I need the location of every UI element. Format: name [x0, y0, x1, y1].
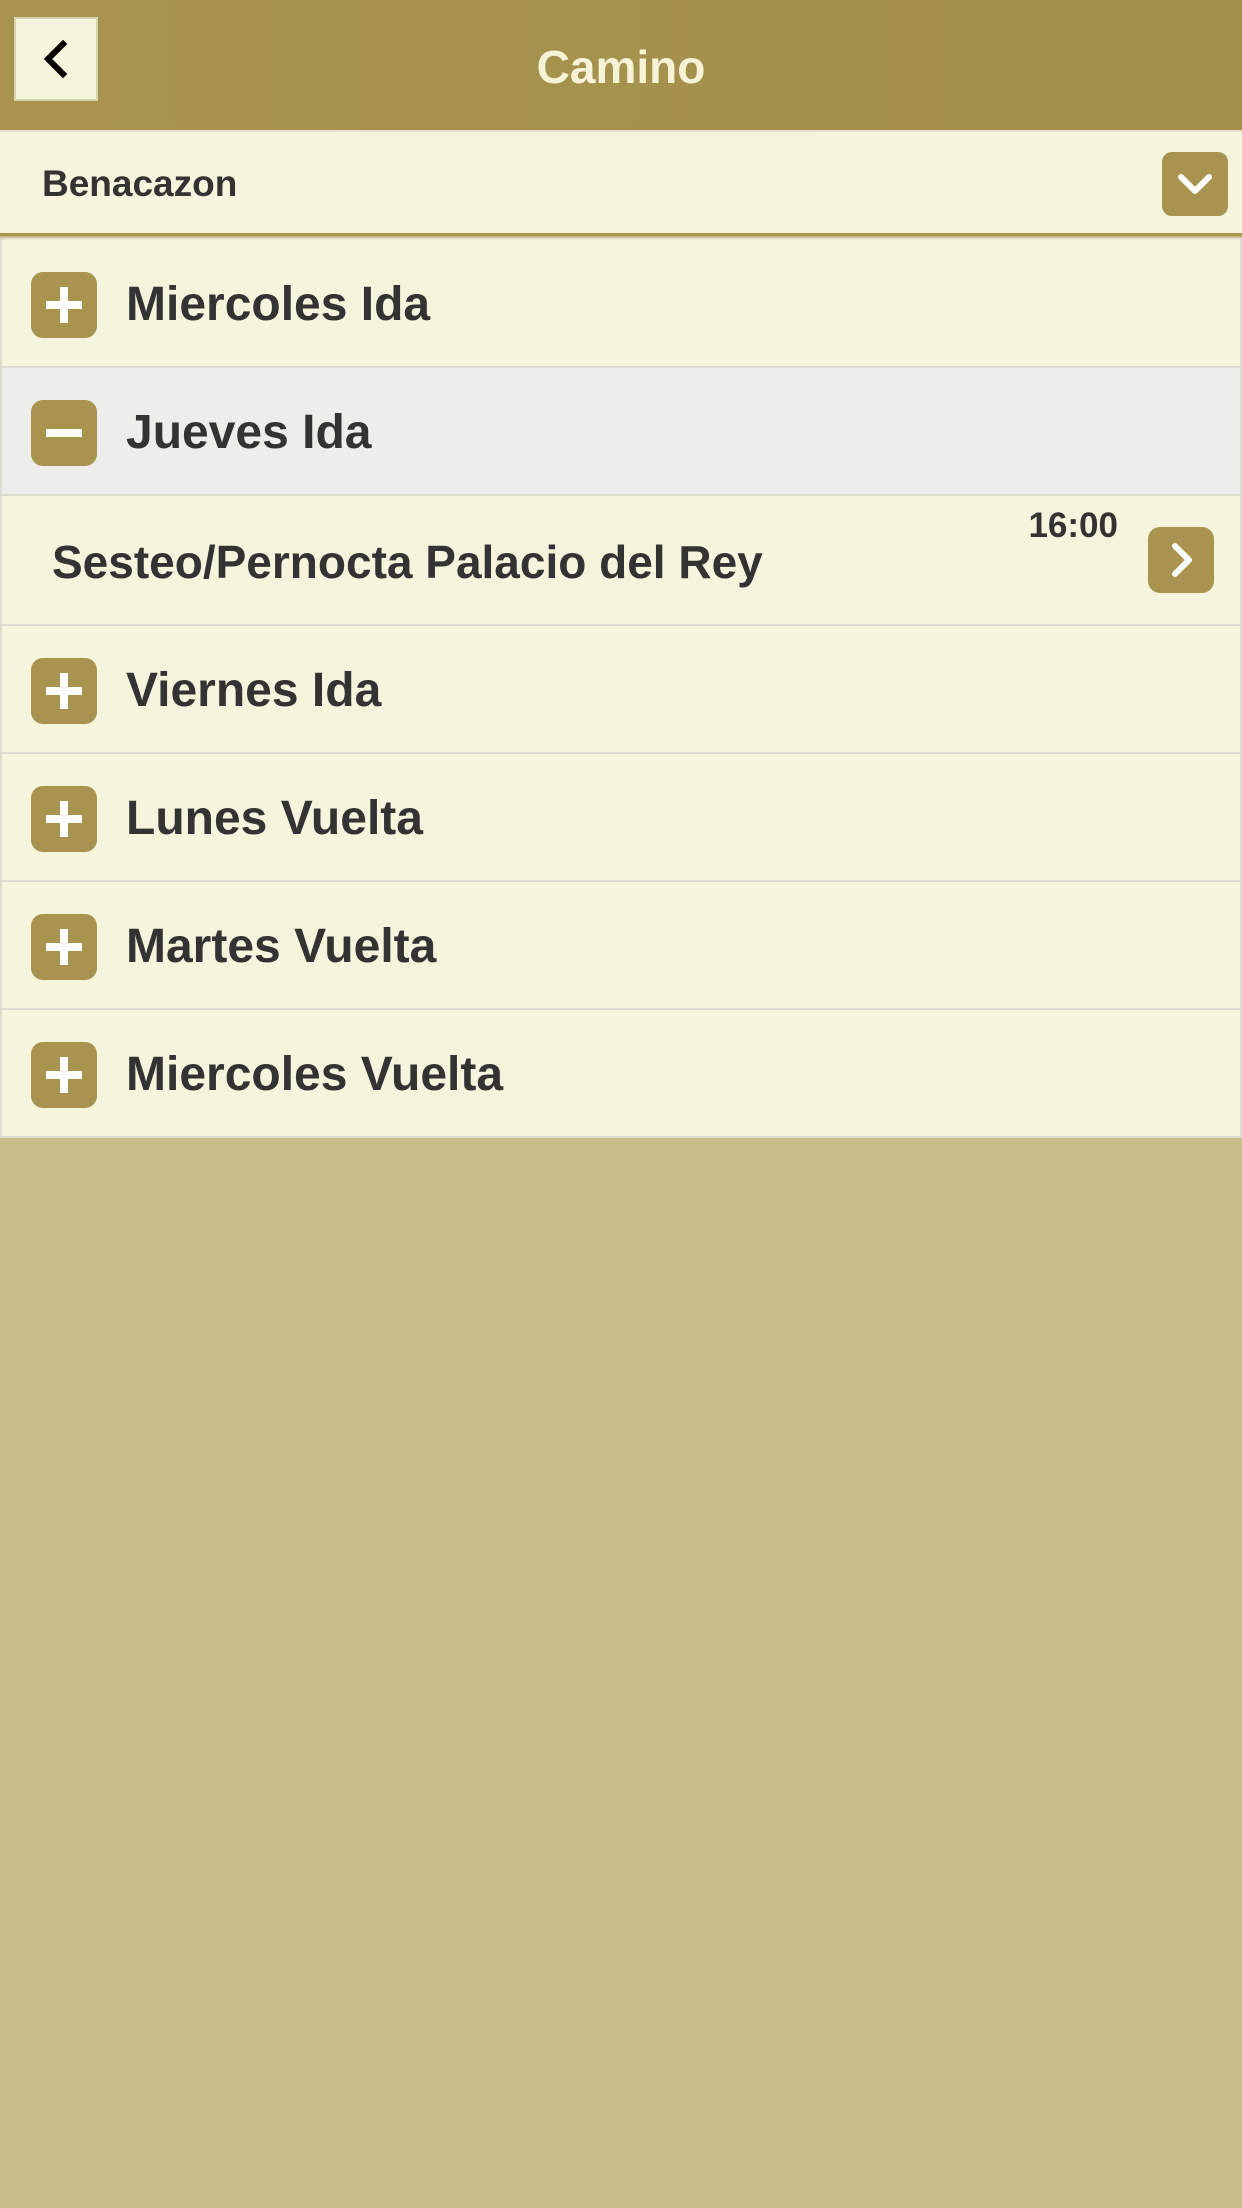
location-selector[interactable]: Benacazon: [0, 130, 1242, 236]
event-detail-button[interactable]: [1148, 527, 1214, 593]
plus-icon: [46, 929, 82, 965]
event-row[interactable]: Sesteo/Pernocta Palacio del Rey 16:00: [2, 494, 1240, 624]
day-label: Jueves Ida: [126, 406, 372, 459]
day-row-viernes-ida[interactable]: Viernes Ida: [2, 624, 1240, 752]
day-row-miercoles-vuelta[interactable]: Miercoles Vuelta: [2, 1008, 1240, 1136]
expand-button[interactable]: [31, 658, 97, 724]
day-row-jueves-ida[interactable]: Jueves Ida: [2, 366, 1240, 494]
location-selector-value: Benacazon: [42, 163, 238, 204]
event-label: Sesteo/Pernocta Palacio del Rey: [52, 536, 763, 588]
plus-icon: [46, 673, 82, 709]
day-label: Miercoles Ida: [126, 278, 431, 331]
expand-button[interactable]: [31, 1042, 97, 1108]
plus-icon: [46, 801, 82, 837]
day-row-miercoles-ida[interactable]: Miercoles Ida: [2, 238, 1240, 366]
day-row-martes-vuelta[interactable]: Martes Vuelta: [2, 880, 1240, 1008]
expand-button[interactable]: [31, 786, 97, 852]
location-dropdown-button[interactable]: [1162, 152, 1228, 216]
day-label: Viernes Ida: [126, 664, 382, 717]
minus-icon: [46, 429, 82, 437]
day-label: Lunes Vuelta: [126, 792, 423, 845]
expand-button[interactable]: [31, 914, 97, 980]
day-label: Martes Vuelta: [126, 920, 437, 973]
plus-icon: [46, 1057, 82, 1093]
page-title: Camino: [536, 41, 706, 93]
day-row-lunes-vuelta[interactable]: Lunes Vuelta: [2, 752, 1240, 880]
plus-icon: [46, 287, 82, 323]
expand-button[interactable]: [31, 272, 97, 338]
header-bar: Camino: [0, 0, 1242, 130]
collapse-button[interactable]: [31, 400, 97, 466]
chevron-down-icon: [1178, 174, 1212, 194]
day-list: Miercoles Ida Jueves Ida Sesteo/Pernocta…: [0, 238, 1242, 1138]
event-time: 16:00: [1028, 506, 1118, 545]
day-label: Miercoles Vuelta: [126, 1048, 504, 1101]
chevron-right-icon: [1172, 543, 1192, 577]
